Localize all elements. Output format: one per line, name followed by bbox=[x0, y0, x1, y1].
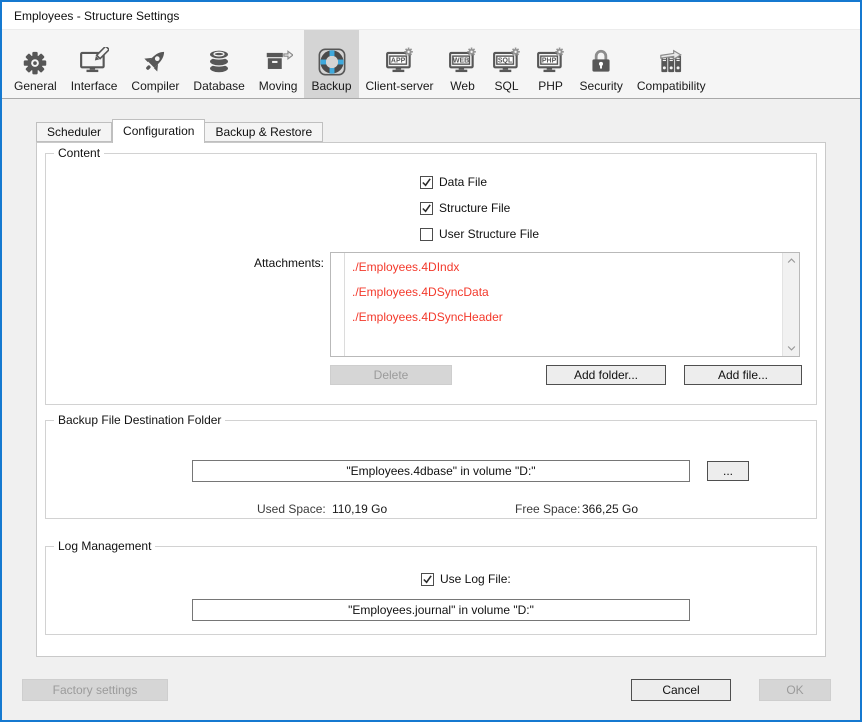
log-group-title: Log Management bbox=[54, 539, 155, 553]
dialog-body: Scheduler Configuration Backup & Restore… bbox=[2, 99, 860, 719]
delete-button: Delete bbox=[330, 365, 452, 385]
sql-monitor-icon: SQL bbox=[492, 47, 522, 77]
toolbar-item-web[interactable]: WEB Web bbox=[441, 30, 485, 98]
tab-configuration[interactable]: Configuration bbox=[112, 119, 205, 143]
toolbar-item-compatibility[interactable]: Compatibility bbox=[630, 30, 713, 98]
settings-toolbar: General Interface bbox=[2, 30, 860, 99]
scroll-down-icon[interactable] bbox=[787, 345, 796, 351]
toolbar-item-label: Interface bbox=[71, 79, 118, 93]
use-log-file-checkbox[interactable]: Use Log File: bbox=[421, 571, 511, 587]
toolbar-item-label: General bbox=[14, 79, 57, 93]
content-group: Content Data File Structure File User St… bbox=[45, 153, 817, 405]
tab-backup-restore[interactable]: Backup & Restore bbox=[205, 122, 323, 142]
toolbar-item-label: PHP bbox=[538, 79, 563, 93]
log-group: Log Management Use Log File: bbox=[45, 546, 817, 635]
lifebuoy-icon bbox=[317, 47, 347, 77]
rocket-icon bbox=[140, 47, 170, 77]
content-group-title: Content bbox=[54, 146, 104, 160]
web-monitor-icon: WEB bbox=[448, 47, 478, 77]
factory-settings-button: Factory settings bbox=[22, 679, 168, 701]
listbox-row-header-column bbox=[331, 253, 345, 356]
toolbar-item-database[interactable]: Database bbox=[186, 30, 251, 98]
title-bar: Employees - Structure Settings bbox=[2, 2, 860, 30]
attachments-listbox[interactable]: ./Employees.4DIndx ./Employees.4DSyncDat… bbox=[330, 252, 800, 357]
structure-settings-window: Employees - Structure Settings General bbox=[0, 0, 862, 722]
add-folder-button[interactable]: Add folder... bbox=[546, 365, 666, 385]
data-file-checkbox[interactable]: Data File bbox=[420, 174, 487, 190]
configuration-panel: Content Data File Structure File User St… bbox=[36, 142, 826, 657]
checkbox-label: Data File bbox=[439, 175, 487, 189]
toolbar-item-moving[interactable]: Moving bbox=[252, 30, 305, 98]
binders-arrow-icon bbox=[656, 47, 686, 77]
listbox-scrollbar[interactable] bbox=[782, 253, 799, 356]
used-space-value: 110,19 Go bbox=[332, 502, 387, 516]
attachments-rows: ./Employees.4DIndx ./Employees.4DSyncDat… bbox=[346, 255, 781, 330]
checkbox-box bbox=[420, 176, 433, 189]
app-monitor-icon: APP bbox=[385, 47, 415, 77]
monitor-pencil-icon bbox=[79, 47, 109, 77]
checkbox-label: Use Log File: bbox=[440, 572, 511, 586]
tab-scheduler[interactable]: Scheduler bbox=[36, 122, 112, 142]
database-icon bbox=[204, 47, 234, 77]
attachment-item[interactable]: ./Employees.4DIndx bbox=[346, 255, 781, 280]
toolbar-item-label: Security bbox=[580, 79, 623, 93]
window-title: Employees - Structure Settings bbox=[14, 9, 179, 23]
toolbar-item-php[interactable]: PHP PHP bbox=[529, 30, 573, 98]
toolbar-item-label: SQL bbox=[495, 79, 519, 93]
checkbox-box bbox=[420, 228, 433, 241]
toolbar-item-label: Moving bbox=[259, 79, 298, 93]
attachments-label: Attachments: bbox=[206, 256, 324, 270]
tab-strip: Scheduler Configuration Backup & Restore bbox=[36, 119, 323, 143]
php-monitor-icon: PHP bbox=[536, 47, 566, 77]
cancel-button[interactable]: Cancel bbox=[631, 679, 731, 701]
toolbar-item-label: Client-server bbox=[366, 79, 434, 93]
toolbar-item-label: Compiler bbox=[131, 79, 179, 93]
app-icon-text: APP bbox=[390, 58, 405, 65]
toolbar-item-client-server[interactable]: APP Client-server bbox=[359, 30, 441, 98]
browse-destination-button[interactable]: ... bbox=[707, 461, 749, 481]
attachment-item[interactable]: ./Employees.4DSyncData bbox=[346, 280, 781, 305]
toolbar-item-general[interactable]: General bbox=[7, 30, 64, 98]
checkbox-label: User Structure File bbox=[439, 227, 539, 241]
toolbar-item-label: Database bbox=[193, 79, 244, 93]
php-icon-text: PHP bbox=[541, 58, 556, 65]
destination-group: Backup File Destination Folder ... Used … bbox=[45, 420, 817, 519]
add-file-button[interactable]: Add file... bbox=[684, 365, 802, 385]
attachment-item[interactable]: ./Employees.4DSyncHeader bbox=[346, 305, 781, 330]
toolbar-item-label: Backup bbox=[311, 79, 351, 93]
scroll-up-icon[interactable] bbox=[787, 258, 796, 264]
structure-file-checkbox[interactable]: Structure File bbox=[420, 200, 510, 216]
gear-icon bbox=[20, 47, 50, 77]
toolbar-item-backup[interactable]: Backup bbox=[304, 30, 358, 98]
log-path-field[interactable] bbox=[192, 599, 690, 621]
padlock-icon bbox=[586, 47, 616, 77]
toolbar-item-security[interactable]: Security bbox=[573, 30, 630, 98]
checkbox-box bbox=[421, 573, 434, 586]
ok-button: OK bbox=[759, 679, 831, 701]
toolbar-item-interface[interactable]: Interface bbox=[64, 30, 125, 98]
web-icon-text: WEB bbox=[452, 58, 468, 65]
free-space-value: 366,25 Go bbox=[582, 502, 638, 516]
toolbar-item-label: Compatibility bbox=[637, 79, 706, 93]
destination-group-title: Backup File Destination Folder bbox=[54, 413, 225, 427]
destination-path-field[interactable] bbox=[192, 460, 690, 482]
user-structure-file-checkbox[interactable]: User Structure File bbox=[420, 226, 539, 242]
used-space-label: Used Space: bbox=[257, 502, 326, 516]
sql-icon-text: SQL bbox=[497, 58, 512, 65]
checkbox-box bbox=[420, 202, 433, 215]
moving-box-icon bbox=[263, 47, 293, 77]
toolbar-item-compiler[interactable]: Compiler bbox=[124, 30, 186, 98]
checkbox-label: Structure File bbox=[439, 201, 510, 215]
toolbar-item-label: Web bbox=[450, 79, 474, 93]
free-space-label: Free Space: bbox=[515, 502, 580, 516]
toolbar-item-sql[interactable]: SQL SQL bbox=[485, 30, 529, 98]
